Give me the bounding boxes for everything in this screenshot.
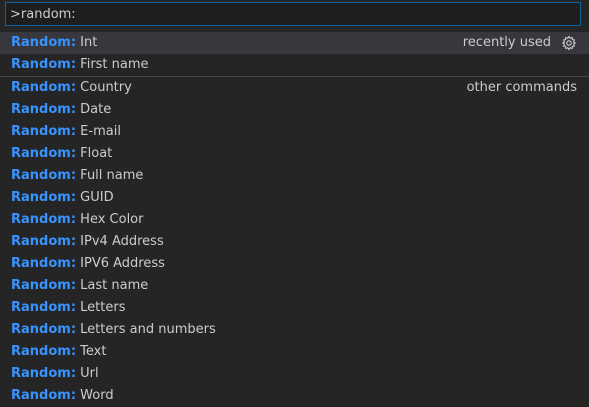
command-item-random-email[interactable]: Random: E-mail — [0, 121, 589, 143]
command-item-random-word[interactable]: Random: Word — [0, 385, 589, 407]
command-item-random-text[interactable]: Random: Text — [0, 341, 589, 363]
command-list: Random: Int recently used Random: First … — [0, 32, 589, 407]
command-prefix: Random: — [11, 124, 77, 139]
command-prefix: Random: — [11, 278, 77, 293]
command-prefix: Random: — [11, 234, 77, 249]
command-prefix: Random: — [11, 256, 77, 271]
command-item-random-date[interactable]: Random: Date — [0, 99, 589, 121]
command-name: Url — [80, 366, 99, 381]
command-prefix: Random: — [11, 212, 77, 227]
command-prefix: Random: — [11, 35, 77, 50]
command-prefix: Random: — [11, 190, 77, 205]
command-prefix: Random: — [11, 102, 77, 117]
command-input[interactable] — [6, 3, 580, 25]
recently-used-label: recently used — [462, 35, 551, 50]
command-name: Date — [80, 102, 112, 117]
command-name: Float — [80, 146, 113, 161]
gear-icon[interactable] — [561, 35, 577, 51]
command-name: IPv4 Address — [80, 234, 164, 249]
command-item-random-last-name[interactable]: Random: Last name — [0, 275, 589, 297]
command-prefix: Random: — [11, 300, 77, 315]
command-name: Letters — [80, 300, 126, 315]
command-item-random-letters-and-numbers[interactable]: Random: Letters and numbers — [0, 319, 589, 341]
command-item-random-int[interactable]: Random: Int recently used — [0, 32, 589, 54]
command-item-random-ipv6-address[interactable]: Random: IPV6 Address — [0, 253, 589, 275]
other-commands-label: other commands — [466, 80, 577, 95]
command-prefix: Random: — [11, 322, 77, 337]
command-input-container[interactable] — [5, 2, 581, 26]
command-prefix: Random: — [11, 366, 77, 381]
command-item-random-float[interactable]: Random: Float — [0, 143, 589, 165]
command-item-random-full-name[interactable]: Random: Full name — [0, 165, 589, 187]
command-name: IPV6 Address — [80, 256, 165, 271]
command-item-random-hex-color[interactable]: Random: Hex Color — [0, 209, 589, 231]
command-item-random-country[interactable]: Random: Country other commands — [0, 77, 589, 99]
command-item-random-url[interactable]: Random: Url — [0, 363, 589, 385]
command-name: Last name — [80, 278, 149, 293]
command-prefix: Random: — [11, 146, 77, 161]
command-prefix: Random: — [11, 388, 77, 403]
command-item-random-guid[interactable]: Random: GUID — [0, 187, 589, 209]
command-item-random-letters[interactable]: Random: Letters — [0, 297, 589, 319]
command-prefix: Random: — [11, 80, 77, 95]
command-prefix: Random: — [11, 168, 77, 183]
command-name: First name — [80, 57, 149, 72]
command-palette: Random: Int recently used Random: First … — [0, 0, 589, 407]
command-name: E-mail — [80, 124, 121, 139]
command-name: Word — [80, 388, 114, 403]
command-item-random-ipv4-address[interactable]: Random: IPv4 Address — [0, 231, 589, 253]
command-name: GUID — [80, 190, 114, 205]
command-name: Hex Color — [80, 212, 144, 227]
command-name: Text — [80, 344, 107, 359]
command-item-random-first-name[interactable]: Random: First name — [0, 54, 589, 76]
command-prefix: Random: — [11, 344, 77, 359]
command-name: Int — [80, 35, 98, 50]
command-name: Letters and numbers — [80, 322, 216, 337]
command-name: Full name — [80, 168, 144, 183]
command-prefix: Random: — [11, 57, 77, 72]
command-name: Country — [80, 80, 132, 95]
